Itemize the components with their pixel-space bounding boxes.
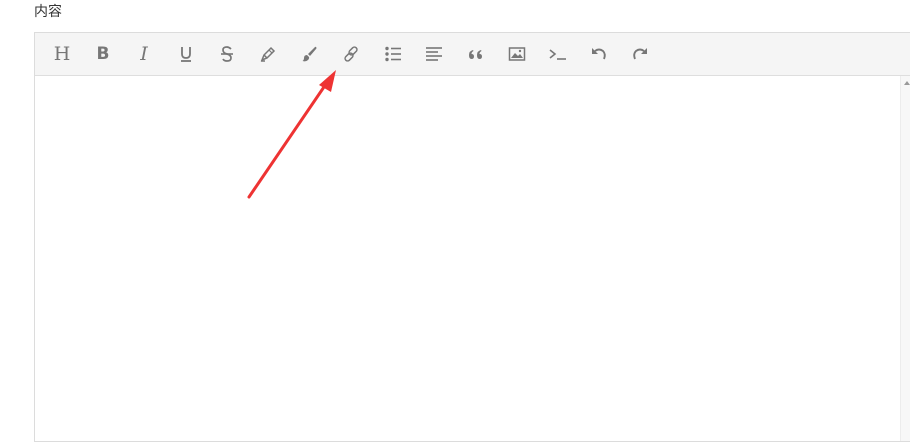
quote-button[interactable] (462, 41, 488, 67)
image-icon (508, 47, 526, 61)
undo-button[interactable] (586, 41, 612, 67)
highlight-button[interactable] (255, 41, 281, 67)
redo-button[interactable] (627, 41, 653, 67)
redo-icon (633, 48, 647, 60)
bold-button[interactable]: B (90, 41, 116, 67)
code-button[interactable] (545, 41, 571, 67)
align-left-icon (426, 47, 442, 61)
content-field-label: 内容 (34, 4, 62, 20)
heading-icon: H (53, 42, 71, 65)
paint-brush-icon (302, 46, 317, 62)
editor-content-area[interactable] (35, 76, 910, 441)
strikethrough-button[interactable] (214, 41, 240, 67)
vertical-scrollbar[interactable] (900, 76, 910, 441)
bold-icon: B (96, 43, 110, 64)
align-left-button[interactable] (421, 41, 447, 67)
heading-button[interactable]: H (49, 41, 75, 67)
quote-icon (469, 50, 482, 59)
code-icon (549, 49, 566, 60)
paint-brush-button[interactable] (297, 41, 323, 67)
underline-button[interactable] (173, 41, 199, 67)
highlighter-icon (260, 46, 276, 62)
undo-icon (592, 48, 606, 60)
editor-toolbar: H B I (35, 33, 910, 76)
rich-text-editor: H B I (34, 32, 910, 442)
italic-button[interactable]: I (131, 41, 157, 67)
italic-icon: I (140, 42, 148, 65)
scroll-up-arrow-icon[interactable] (904, 81, 910, 85)
link-icon (344, 46, 358, 62)
bullet-list-button[interactable] (380, 41, 406, 67)
image-button[interactable] (504, 41, 530, 67)
strikethrough-icon (221, 46, 233, 62)
link-button[interactable] (338, 41, 364, 67)
underline-icon (181, 47, 191, 62)
bullet-list-icon (385, 46, 401, 62)
